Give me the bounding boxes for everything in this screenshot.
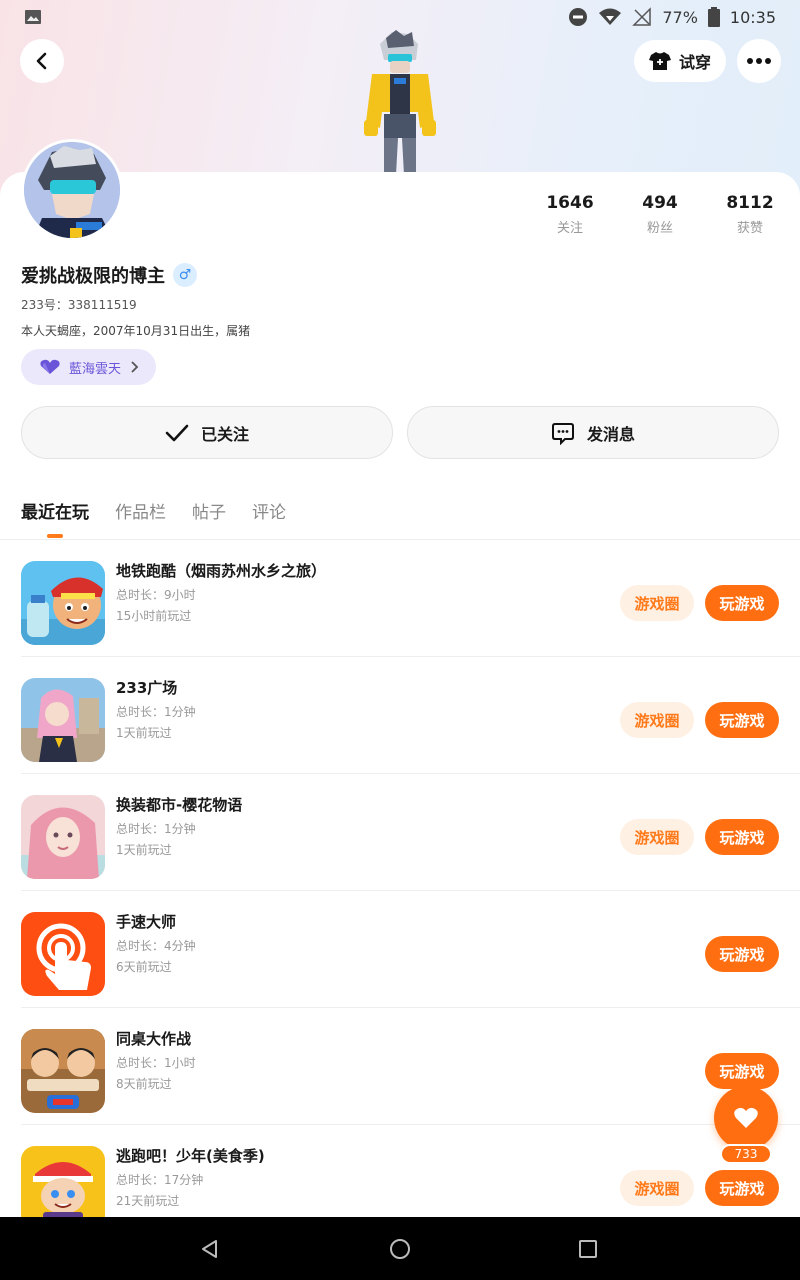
game-last-played: 21天前玩过 <box>116 1194 180 1208</box>
no-signal-icon <box>632 7 652 26</box>
play-game-button[interactable]: 玩游戏 <box>705 585 779 621</box>
nav-back-icon[interactable] <box>200 1239 220 1259</box>
more-button[interactable] <box>737 39 781 83</box>
game-row[interactable]: 换装都市-樱花物语 总时长：1分钟 1天前玩过 游戏圈 玩游戏 <box>0 774 800 891</box>
chevron-right-icon <box>131 361 139 373</box>
game-last-played: 1天前玩过 <box>116 726 172 740</box>
play-game-button[interactable]: 玩游戏 <box>705 1170 779 1206</box>
do-not-disturb-icon <box>569 8 588 26</box>
play-game-button[interactable]: 玩游戏 <box>705 819 779 855</box>
tab-posts[interactable]: 帖子 <box>192 498 226 523</box>
play-game-button[interactable]: 玩游戏 <box>705 1053 779 1089</box>
stat-followers[interactable]: 494 粉丝 <box>615 193 705 236</box>
game-last-played: 15小时前玩过 <box>116 609 192 623</box>
avatar-character-figure <box>364 30 436 175</box>
game-duration: 总时长：4分钟 <box>116 939 196 953</box>
profile-name-row: 爱挑战极限的博主 ♂ <box>21 262 197 288</box>
game-row[interactable]: 233广场 总时长：1分钟 1天前玩过 游戏圈 玩游戏 <box>0 657 800 774</box>
game-title: 233广场 <box>116 679 178 697</box>
game-icon-233-plaza <box>21 678 105 762</box>
tab-recently-played[interactable]: 最近在玩 <box>21 498 89 523</box>
image-notification-icon <box>25 10 41 24</box>
nav-recents-icon[interactable] <box>579 1240 597 1258</box>
play-game-button[interactable]: 玩游戏 <box>705 702 779 738</box>
game-duration: 总时长：1分钟 <box>116 705 196 719</box>
game-icon-sakura-story <box>21 795 105 879</box>
checkmark-icon <box>165 424 189 441</box>
avatar-portrait-image <box>24 142 120 238</box>
send-message-label: 发消息 <box>586 424 635 444</box>
chat-bubble-icon <box>551 422 574 445</box>
clock: 10:35 <box>729 7 776 27</box>
group-tag-chip[interactable]: 藍海雲天 <box>21 349 156 385</box>
user-id: 233号：338111519 <box>21 298 137 312</box>
game-circle-button[interactable]: 游戏圈 <box>620 702 694 738</box>
like-count-badge: 733 <box>720 1144 772 1164</box>
game-circle-button[interactable]: 游戏圈 <box>620 819 694 855</box>
male-gender-icon: ♂ <box>173 263 197 287</box>
stat-value: 1646 <box>546 193 594 213</box>
system-navigation-bar <box>0 1217 800 1280</box>
stat-value: 494 <box>642 193 678 213</box>
game-last-played: 6天前玩过 <box>116 960 172 974</box>
send-message-button[interactable]: 发消息 <box>407 406 779 459</box>
stat-label: 粉丝 <box>646 221 673 236</box>
back-button[interactable] <box>20 39 64 83</box>
status-bar: 77% 10:35 <box>0 0 800 34</box>
game-title: 手速大师 <box>116 913 177 931</box>
game-title: 地铁跑酷（烟雨苏州水乡之旅） <box>116 562 327 580</box>
game-circle-button[interactable]: 游戏圈 <box>620 585 694 621</box>
profile-stats: 1646 关注 494 粉丝 8112 获赞 <box>525 193 800 236</box>
game-duration: 总时长：1小时 <box>116 1056 196 1070</box>
stat-label: 获赞 <box>736 221 763 236</box>
active-tab-indicator <box>47 534 63 538</box>
stat-likes[interactable]: 8112 获赞 <box>705 193 795 236</box>
heart-badge-icon <box>40 359 60 374</box>
game-row[interactable]: 手速大师 总时长：4分钟 6天前玩过 玩游戏 <box>0 891 800 1008</box>
followed-label: 已关注 <box>200 424 249 444</box>
game-last-played: 8天前玩过 <box>116 1077 172 1091</box>
game-title: 同桌大作战 <box>116 1030 192 1048</box>
game-icon-desk-mate-battle <box>21 1029 105 1113</box>
tab-comments[interactable]: 评论 <box>252 498 286 523</box>
nav-home-icon[interactable] <box>389 1238 411 1260</box>
more-dots-icon <box>747 58 771 64</box>
try-on-button[interactable]: 试穿 <box>634 40 726 82</box>
play-game-button[interactable]: 玩游戏 <box>705 936 779 972</box>
game-row[interactable]: 地铁跑酷（烟雨苏州水乡之旅） 总时长：9小时 15小时前玩过 游戏圈 玩游戏 <box>0 540 800 657</box>
profile-tabs: 最近在玩 作品栏 帖子 评论 <box>21 498 286 523</box>
game-row[interactable]: 同桌大作战 总时长：1小时 8天前玩过 玩游戏 <box>0 1008 800 1125</box>
game-title: 逃跑吧！少年(美食季) <box>116 1147 265 1165</box>
group-tag-label: 藍海雲天 <box>69 361 122 377</box>
profile-bio: 本人天蝎座，2007年10月31日出生，属猪 <box>21 324 251 338</box>
wifi-icon <box>599 8 622 25</box>
game-circle-button[interactable]: 游戏圈 <box>620 1170 694 1206</box>
game-duration: 总时长：1分钟 <box>116 822 196 836</box>
game-icon-speed-master <box>21 912 105 996</box>
try-on-label: 试穿 <box>678 53 711 72</box>
game-duration: 总时长：9小时 <box>116 588 196 602</box>
back-chevron-icon <box>36 52 47 70</box>
heart-icon <box>734 1107 758 1128</box>
game-last-played: 1天前玩过 <box>116 843 172 857</box>
game-title: 换装都市-樱花物语 <box>116 796 243 814</box>
stat-value: 8112 <box>726 193 774 213</box>
avatar[interactable] <box>21 139 123 241</box>
like-fab-button[interactable] <box>714 1086 778 1150</box>
followed-button[interactable]: 已关注 <box>21 406 393 459</box>
stat-label: 关注 <box>556 221 583 236</box>
profile-name: 爱挑战极限的博主 <box>21 266 165 287</box>
battery-percent: 77% <box>662 7 698 27</box>
tab-works[interactable]: 作品栏 <box>115 498 166 523</box>
game-duration: 总时长：17分钟 <box>116 1173 204 1187</box>
battery-icon <box>707 7 720 27</box>
stat-following[interactable]: 1646 关注 <box>525 193 615 236</box>
tshirt-icon <box>648 52 671 70</box>
game-icon-subway-surfers <box>21 561 105 645</box>
